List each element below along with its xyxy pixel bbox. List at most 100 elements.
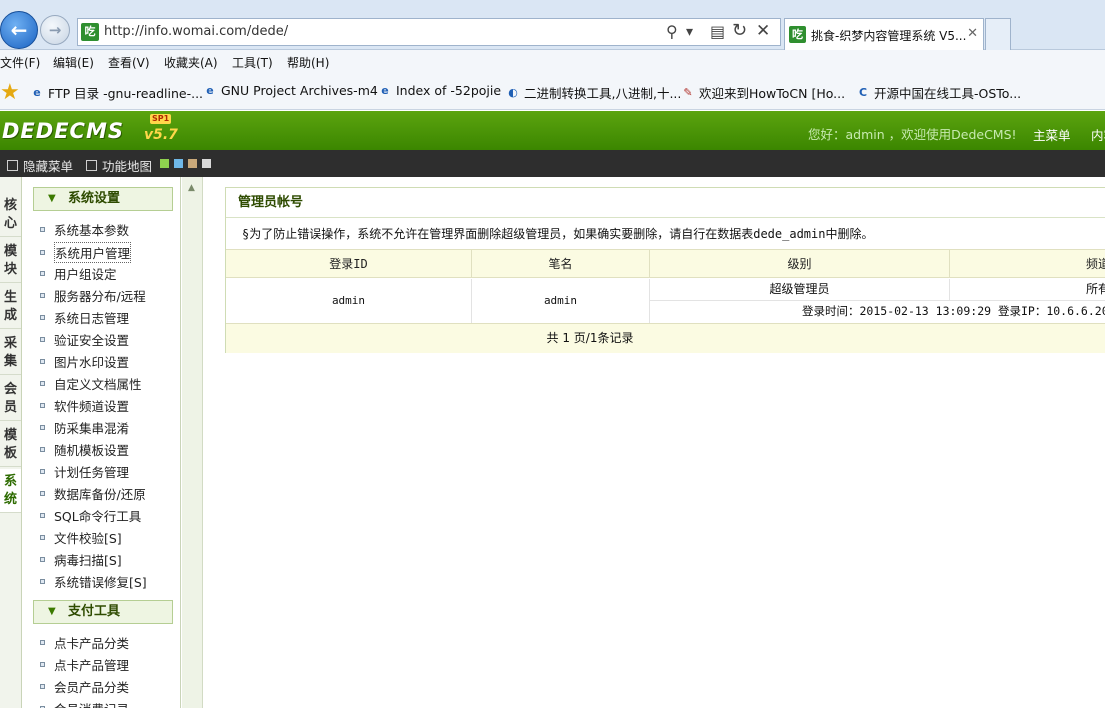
bullet-icon (40, 425, 45, 430)
sidebar-item[interactable]: 服务器分布/远程 (40, 286, 146, 305)
section-system-settings[interactable]: ▼ 系统设置 (33, 187, 173, 211)
favorite-link[interactable]: e GNU Project Archives-m4 (203, 83, 378, 98)
rail-tab-module[interactable]: 模块 (0, 239, 21, 283)
sidebar-item[interactable]: 病毒扫描[S] (40, 550, 122, 569)
tab-favicon-icon: 吃 (789, 26, 806, 43)
sp-badge: SP1 (150, 114, 172, 124)
favorite-link[interactable]: ◐ 二进制转换工具,八进制,十... (506, 83, 681, 102)
rail-tab-system[interactable]: 系统 (0, 469, 21, 513)
new-tab-button[interactable] (985, 18, 1011, 50)
menu-edit[interactable]: 编辑(E) (53, 54, 94, 71)
bullet-icon (40, 469, 45, 474)
content-link[interactable]: 内容 (1091, 125, 1105, 144)
bullet-icon (40, 557, 45, 562)
sidebar-item-current[interactable]: 系统用户管理 (40, 242, 132, 263)
menu-favorites[interactable]: 收藏夹(A) (164, 54, 218, 71)
sidebar-item[interactable]: 防采集串混淆 (40, 418, 129, 437)
sidebar-item[interactable]: 计划任务管理 (40, 462, 129, 481)
cell-pen-name: admin (472, 279, 650, 323)
sidebar-item[interactable]: 会员产品分类 (40, 677, 129, 696)
bullet-icon (40, 271, 45, 276)
back-button[interactable]: ← (0, 11, 38, 49)
tab-title: 挑食-织梦内容管理系统 V5... (811, 29, 967, 43)
collapse-sidebar-icon[interactable]: ▲ (188, 183, 195, 193)
bullet-icon (40, 640, 45, 645)
sitemap-icon (86, 160, 97, 171)
sidebar-splitter[interactable]: ▲ (182, 177, 203, 708)
sidebar-item[interactable]: 数据库备份/还原 (40, 484, 146, 503)
menu-help[interactable]: 帮助(H) (287, 54, 329, 71)
sidebar-item[interactable]: 文件校验[S] (40, 528, 122, 547)
skin-blue-swatch[interactable] (174, 159, 183, 168)
welcome-text: 您好：admin ，欢迎使用DedeCMS! (808, 127, 1017, 142)
login-info: 登录时间：2015-02-13 13:09:29 登录IP：10.6.6.206 (802, 304, 1105, 318)
sidebar-item[interactable]: 系统日志管理 (40, 308, 129, 327)
bullet-icon (40, 403, 45, 408)
favorite-link[interactable]: C 开源中国在线工具-OSTo... (856, 83, 1021, 102)
sidebar-item[interactable]: 用户组设定 (40, 264, 117, 283)
stop-icon[interactable]: ✕ (756, 21, 770, 41)
ie-page-icon: e (381, 84, 389, 97)
menu-file[interactable]: 文件(F) (0, 54, 40, 71)
bullet-icon (40, 579, 45, 584)
bullet-icon (40, 447, 45, 452)
tab-close-icon[interactable]: ✕ (967, 26, 978, 41)
browser-menu-bar: 文件(F) 编辑(E) 查看(V) 收藏夹(A) 工具(T) 帮助(H) (0, 50, 1105, 74)
sidebar-item[interactable]: SQL命令行工具 (40, 506, 141, 525)
rail-tab-generate[interactable]: 生成 (0, 285, 21, 329)
converter-icon: ◐ (508, 86, 518, 99)
rail-tab-collect[interactable]: 采集 (0, 331, 21, 375)
ie-page-icon: e (33, 86, 41, 99)
column-header-pen-name: 笔名 (472, 249, 650, 278)
sidebar-item[interactable]: 随机模板设置 (40, 440, 129, 459)
skin-brown-swatch[interactable] (188, 159, 197, 168)
bullet-icon (40, 227, 45, 232)
sidebar-item[interactable]: 系统错误修复[S] (40, 572, 147, 591)
sidebar-item[interactable]: 点卡产品分类 (40, 633, 129, 652)
rail-tab-core[interactable]: 核心 (0, 193, 21, 237)
sidebar-item[interactable]: 图片水印设置 (40, 352, 129, 371)
compatibility-view-icon[interactable]: ▤ (710, 22, 725, 41)
dropdown-icon[interactable]: ▾ (686, 24, 693, 40)
back-arrow-icon: ← (10, 18, 28, 42)
section-payment-tools[interactable]: ▼ 支付工具 (33, 600, 173, 624)
column-header-channel: 频道 (950, 249, 1105, 278)
url-text[interactable]: http://info.womai.com/dede/ (104, 24, 288, 39)
sidebar-item[interactable]: 验证安全设置 (40, 330, 129, 349)
search-icon[interactable]: ⚲ (666, 22, 678, 41)
cms-header: DEDECMS SP1 v5.7 您好：admin ，欢迎使用DedeCMS! … (0, 111, 1105, 150)
refresh-icon[interactable]: ↻ (732, 20, 747, 41)
address-bar[interactable]: 吃 http://info.womai.com/dede/ ⚲ ▾ ▤ ↻ ✕ (77, 18, 781, 46)
sidebar-item[interactable]: 会员消费记录 (40, 699, 129, 708)
sidebar-item[interactable]: 点卡产品管理 (40, 655, 129, 674)
sidebar-item[interactable]: 软件频道设置 (40, 396, 129, 415)
sitemap-button[interactable]: 功能地图 (86, 156, 152, 175)
skin-gray-swatch[interactable] (202, 159, 211, 168)
column-header-level: 级别 (650, 249, 950, 278)
rail-tab-template[interactable]: 模板 (0, 423, 21, 467)
hide-menu-icon (7, 160, 18, 171)
menu-view[interactable]: 查看(V) (108, 54, 150, 71)
menu-tools[interactable]: 工具(T) (232, 54, 273, 71)
bullet-icon (40, 337, 45, 342)
forward-button[interactable]: → (40, 15, 70, 45)
bullet-icon (40, 662, 45, 667)
favorites-bar: ★ e FTP 目录 -gnu-readline-... e GNU Project… (0, 74, 1105, 110)
sidebar-item[interactable]: 自定义文档属性 (40, 374, 142, 393)
skin-green-swatch[interactable] (160, 159, 169, 168)
pagination-summary: 共 1 页/1条记录 (226, 323, 1105, 353)
column-header-login-id: 登录ID (226, 249, 472, 278)
browser-tab-active[interactable]: 吃 挑食-织梦内容管理系统 V5... ✕ (784, 18, 984, 50)
admin-accounts-panel: 管理员帐号 §为了防止错误操作，系统不允许在管理界面删除超级管理员，如果确实要删… (225, 187, 1105, 353)
main-menu-link[interactable]: 主菜单 (1033, 125, 1071, 144)
rail-tab-member[interactable]: 会员 (0, 377, 21, 421)
browser-titlebar: ← → 吃 http://info.womai.com/dede/ ⚲ ▾ ▤ … (0, 0, 1105, 50)
favorite-link[interactable]: e Index of -52pojie (378, 83, 501, 98)
favorites-star-icon[interactable]: ★ (0, 80, 20, 105)
sidebar-item[interactable]: 系统基本参数 (40, 220, 129, 239)
favorite-link[interactable]: e FTP 目录 -gnu-readline-... (30, 83, 203, 102)
favorite-link[interactable]: ✎ 欢迎来到HowToCN [Ho... (681, 83, 845, 102)
hide-menu-button[interactable]: 隐藏菜单 (7, 156, 73, 175)
cell-login-id[interactable]: admin (226, 279, 472, 323)
bullet-icon (40, 535, 45, 540)
